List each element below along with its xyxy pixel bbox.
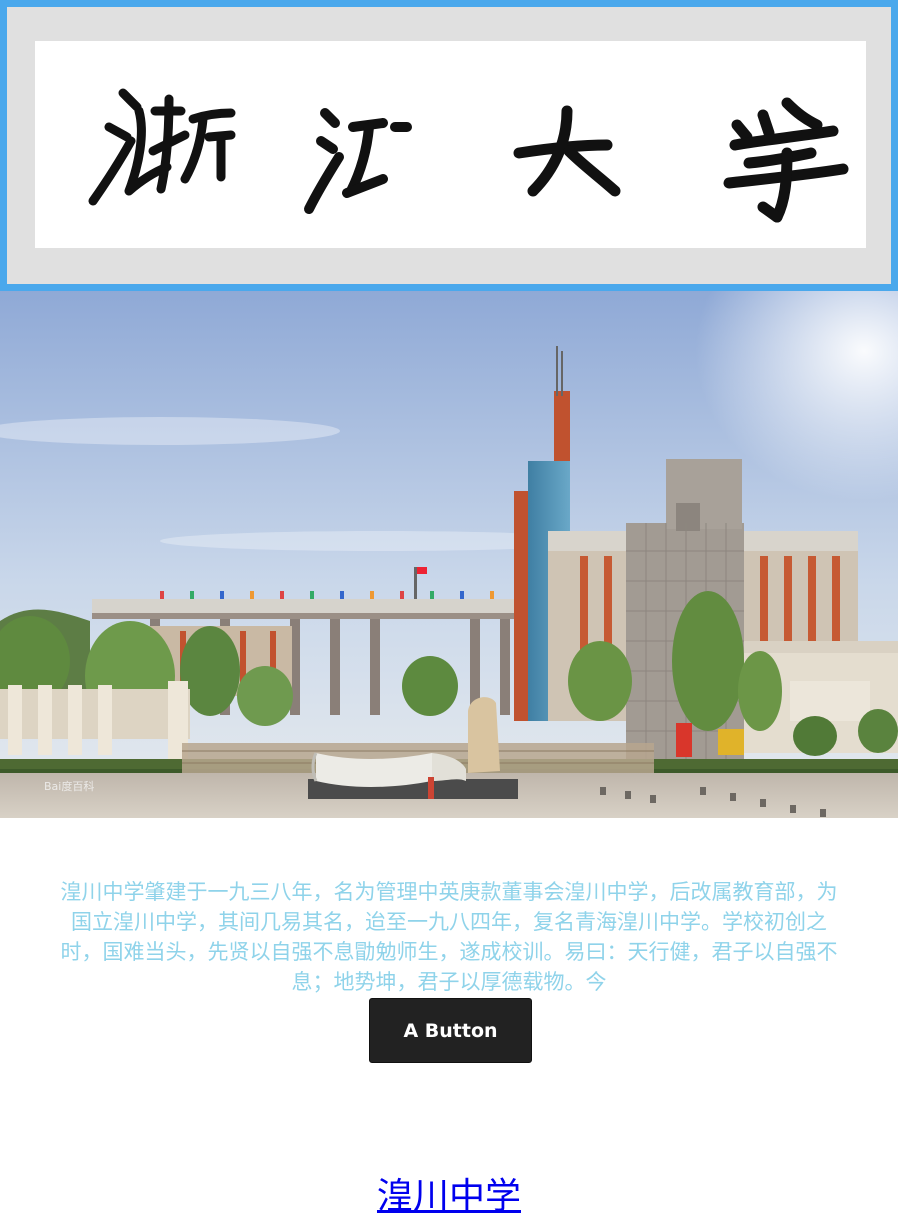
school-name-link[interactable]: 湟川中学 <box>377 1176 521 1217</box>
intro-paragraph: 湟川中学肇建于一九三八年，名为管理中英庚款董事会湟川中学，后改属教育部，为国立湟… <box>60 880 838 994</box>
logo-char-da <box>513 105 621 197</box>
logo-char-jiang <box>304 108 412 214</box>
primary-button[interactable]: A Button <box>369 998 532 1063</box>
campus-photo: Bai度百科 <box>0 291 898 818</box>
school-link-container: 湟川中学 <box>0 1172 898 1222</box>
photo-watermark: Bai度百科 <box>44 779 94 793</box>
logo-char-xue <box>723 97 849 223</box>
header-banner <box>0 0 898 291</box>
university-logo <box>35 41 866 248</box>
logo-char-zhe <box>88 88 236 206</box>
page: Bai度百科 湟川中学肇建于一九三八年，名为管理中英庚款董事会湟川中学，后改属教… <box>0 0 898 1231</box>
